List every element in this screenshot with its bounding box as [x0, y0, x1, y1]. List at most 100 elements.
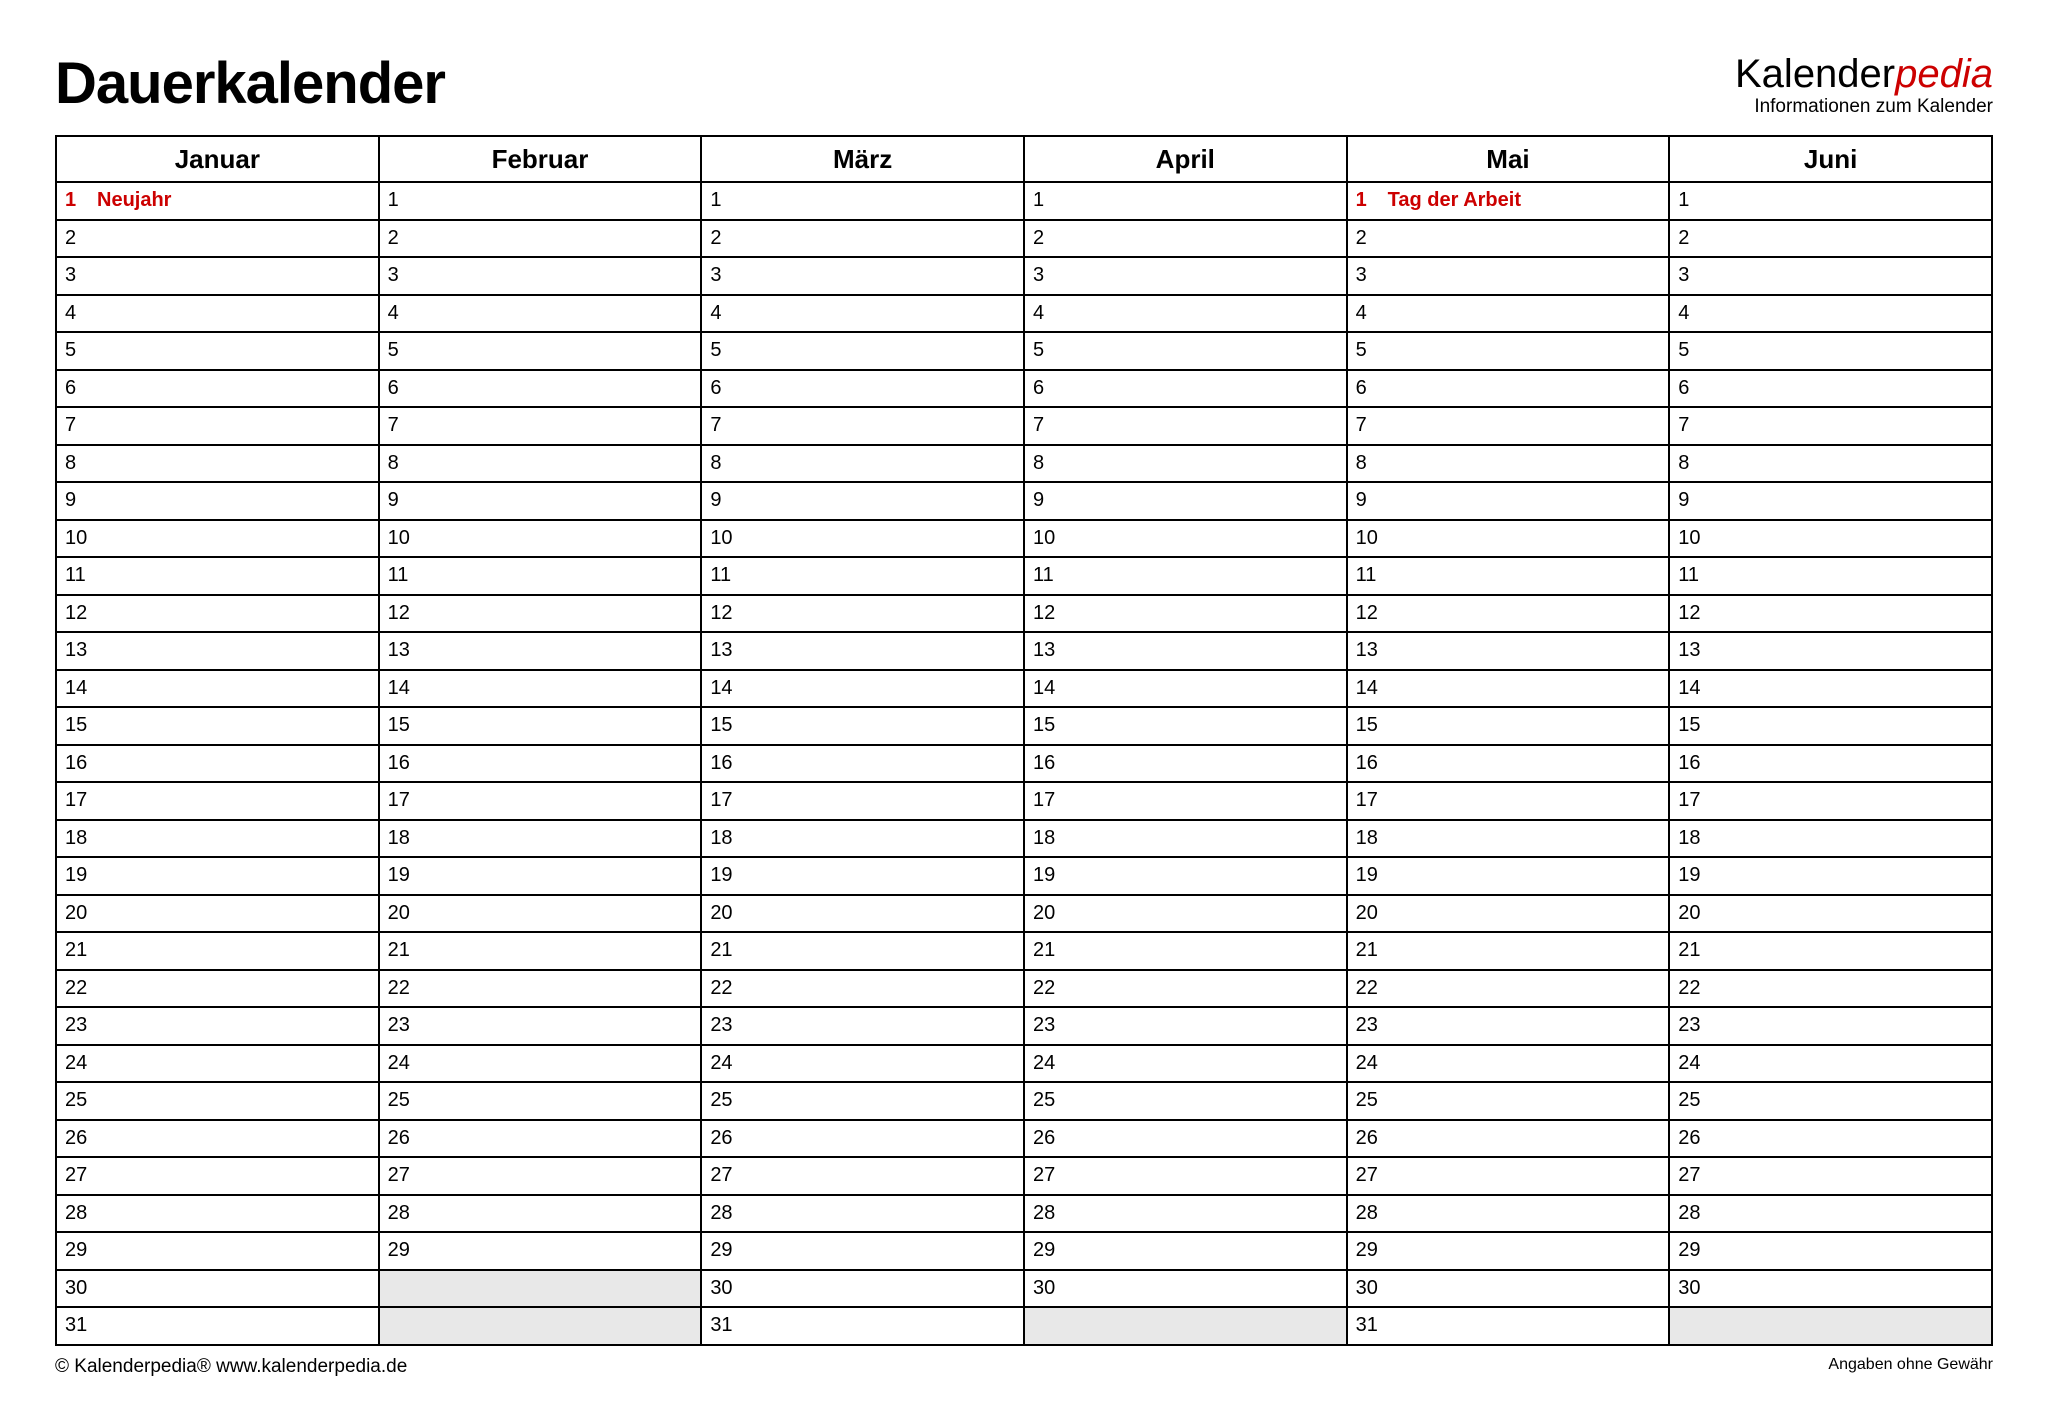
day-number: 22: [710, 977, 732, 1000]
day-cell: 28: [1347, 1195, 1670, 1233]
day-number: 9: [1678, 489, 1700, 512]
day-cell: 4: [1024, 295, 1347, 333]
day-cell: 6: [1024, 370, 1347, 408]
day-cell: 22: [1669, 970, 1992, 1008]
day-number: 15: [1033, 714, 1055, 737]
day-number: 6: [710, 377, 732, 400]
day-number: 2: [1678, 227, 1700, 250]
day-number: 20: [1356, 902, 1378, 925]
day-cell: 17: [379, 782, 702, 820]
day-number: 4: [1356, 302, 1378, 325]
day-number: 26: [1356, 1127, 1378, 1150]
day-cell: 4: [1347, 295, 1670, 333]
day-number: 24: [1033, 1052, 1055, 1075]
day-number: 10: [65, 527, 87, 550]
day-cell: 21: [379, 932, 702, 970]
day-cell: 9: [56, 482, 379, 520]
month-header: April: [1024, 136, 1347, 182]
calendar-row: 292929292929: [56, 1232, 1992, 1270]
day-cell: 12: [1347, 595, 1670, 633]
calendar-row: 141414141414: [56, 670, 1992, 708]
day-number: 30: [65, 1277, 87, 1300]
day-number: 25: [710, 1089, 732, 1112]
day-cell: 20: [379, 895, 702, 933]
day-number: 22: [1356, 977, 1378, 1000]
day-cell: 11: [1669, 557, 1992, 595]
day-number: 21: [65, 939, 87, 962]
day-cell: 14: [1024, 670, 1347, 708]
calendar-row: 1Neujahr1111Tag der Arbeit1: [56, 182, 1992, 220]
day-number: 2: [710, 227, 732, 250]
day-cell: 28: [56, 1195, 379, 1233]
footer-copyright: © Kalenderpedia® www.kalenderpedia.de: [55, 1356, 407, 1378]
day-cell: 19: [379, 857, 702, 895]
calendar-row: 666666: [56, 370, 1992, 408]
day-cell: 11: [1024, 557, 1347, 595]
day-number: 12: [65, 602, 87, 625]
day-cell: 5: [379, 332, 702, 370]
calendar-row: 202020202020: [56, 895, 1992, 933]
day-number: 2: [1356, 227, 1378, 250]
day-cell: 15: [1347, 707, 1670, 745]
day-number: 3: [710, 264, 732, 287]
day-cell: 4: [56, 295, 379, 333]
day-number: 7: [1678, 414, 1700, 437]
day-cell: 8: [1024, 445, 1347, 483]
day-number: 1: [710, 189, 732, 212]
calendar-row: 191919191919: [56, 857, 1992, 895]
day-number: 26: [388, 1127, 410, 1150]
day-number: 5: [388, 339, 410, 362]
day-number: 6: [1678, 377, 1700, 400]
day-number: 11: [388, 564, 410, 587]
day-cell: 9: [701, 482, 1024, 520]
day-number: 6: [1356, 377, 1378, 400]
day-cell: 15: [1024, 707, 1347, 745]
day-cell: 31: [701, 1307, 1024, 1345]
day-cell: 27: [1669, 1157, 1992, 1195]
day-number: 3: [1356, 264, 1378, 287]
day-number: 21: [388, 939, 410, 962]
day-number: 9: [1356, 489, 1378, 512]
day-number: 9: [65, 489, 87, 512]
day-number: 18: [710, 827, 732, 850]
brand-part2: pedia: [1895, 52, 1993, 96]
calendar-row: 242424242424: [56, 1045, 1992, 1083]
day-number: 2: [65, 227, 87, 250]
calendar-row: 555555: [56, 332, 1992, 370]
day-cell: 12: [701, 595, 1024, 633]
day-number: 28: [388, 1202, 410, 1225]
day-cell: 18: [1669, 820, 1992, 858]
day-cell: 19: [1347, 857, 1670, 895]
day-number: 16: [1356, 752, 1378, 775]
day-number: 10: [1356, 527, 1378, 550]
calendar-row: 313131: [56, 1307, 1992, 1345]
day-cell: 23: [701, 1007, 1024, 1045]
day-cell: 2: [1347, 220, 1670, 258]
day-number: 22: [1033, 977, 1055, 1000]
day-number: 24: [65, 1052, 87, 1075]
day-cell: 11: [379, 557, 702, 595]
day-cell: 28: [1024, 1195, 1347, 1233]
day-number: 24: [1356, 1052, 1378, 1075]
day-number: 28: [710, 1202, 732, 1225]
day-cell: 6: [1347, 370, 1670, 408]
day-cell: 29: [379, 1232, 702, 1270]
day-cell: 17: [56, 782, 379, 820]
day-number: 3: [388, 264, 410, 287]
day-cell: 24: [701, 1045, 1024, 1083]
footer-disclaimer: Angaben ohne Gewähr: [1828, 1356, 1993, 1378]
day-number: 20: [65, 902, 87, 925]
day-cell: 27: [1347, 1157, 1670, 1195]
calendar-row: 232323232323: [56, 1007, 1992, 1045]
day-cell: 17: [1669, 782, 1992, 820]
day-cell: 7: [701, 407, 1024, 445]
day-cell: 5: [1347, 332, 1670, 370]
day-number: 17: [710, 789, 732, 812]
day-number: 27: [1356, 1164, 1378, 1187]
day-number: 19: [388, 864, 410, 887]
day-number: 20: [710, 902, 732, 925]
day-number: 16: [1033, 752, 1055, 775]
day-cell: 10: [379, 520, 702, 558]
day-number: 16: [1678, 752, 1700, 775]
day-cell: 2: [701, 220, 1024, 258]
